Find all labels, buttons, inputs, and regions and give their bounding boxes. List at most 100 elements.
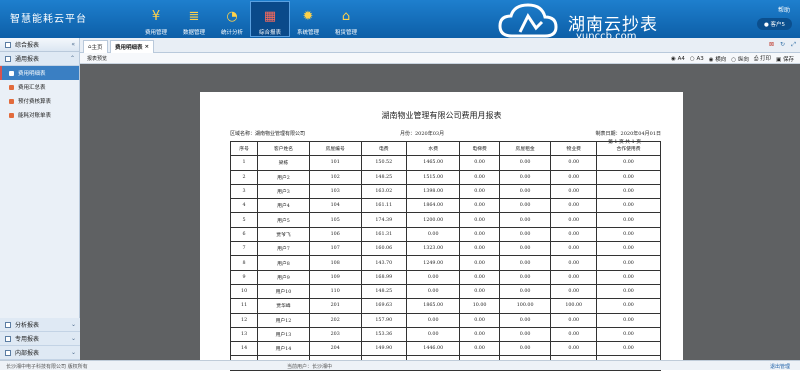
- table-row: 7 用户7 107 160.06 1323.00 0.00 0.00 0.00 0.00: [229, 241, 661, 257]
- sidebar-group-general[interactable]: 通用报表 ⌃: [0, 52, 79, 66]
- preview-label: 报表预览: [87, 56, 108, 62]
- table-cell: 0.00: [459, 269, 500, 285]
- table-cell: 用户5: [257, 212, 310, 228]
- home-icon: ⌂: [341, 9, 351, 24]
- table-cell: 174.39: [360, 212, 408, 228]
- table-row: 3 用户3 103 163.02 1398.00 0.00 0.00 0.00 0.00: [229, 183, 661, 200]
- tab-home[interactable]: ⌂ 主页: [83, 40, 108, 53]
- table-cell: 用户9: [257, 269, 310, 285]
- table-cell: 163.02: [360, 183, 408, 200]
- table-cell: 0.00: [550, 241, 597, 257]
- radio-a4[interactable]: ◉ A4: [671, 56, 685, 62]
- report-grid-icon: ▦: [263, 9, 277, 24]
- tab-fee-detail[interactable]: 费用明细表 ×: [110, 40, 155, 53]
- menu-system[interactable]: ✹ 系统管理: [289, 2, 327, 37]
- fullscreen-icon[interactable]: ⤢: [791, 41, 796, 49]
- table-cell: 0.00: [459, 198, 500, 214]
- table-cell: 203: [308, 326, 362, 343]
- table-cell: 1: [229, 155, 259, 171]
- save-button[interactable]: ▣ 保存: [776, 55, 794, 63]
- table-cell: 0.00: [550, 169, 597, 185]
- table-cell: 0.00: [596, 312, 661, 328]
- menu-statistics[interactable]: ◔ 统计分析: [213, 2, 251, 37]
- chevron-down-icon: ⌄: [70, 349, 76, 356]
- radio-a3[interactable]: ○ A3: [690, 56, 704, 62]
- radio-portrait[interactable]: ○ 纵向: [731, 55, 749, 63]
- table-cell: 0.00: [406, 326, 461, 343]
- table-cell: 13: [229, 326, 259, 343]
- menu-fee-management[interactable]: ¥ 费用管理: [137, 2, 175, 37]
- sidebar-item-reconciliation[interactable]: 能耗对账单表: [0, 108, 79, 122]
- table-cell: 0.00: [596, 198, 661, 214]
- table-cell: 153.36: [360, 326, 408, 343]
- table-cell: 3: [229, 183, 259, 200]
- table-cell: 160.06: [360, 241, 408, 257]
- column-header: 客户姓名: [257, 140, 310, 157]
- print-options: ◉ A4 ○ A3 ◉ 横向 ○ 纵向 ⎙ 打印 ▣ 保存: [671, 54, 794, 63]
- table-cell: 0.00: [498, 183, 552, 200]
- brand-logo: 湖南云抄表 yunccb.com: [498, 3, 708, 42]
- table-cell: 贾爷飞: [257, 226, 310, 243]
- column-header: 物业费: [550, 140, 597, 157]
- table-cell: 8: [229, 255, 259, 271]
- table-cell: 4: [229, 198, 259, 214]
- table-cell: 109: [308, 269, 362, 285]
- menu-data-management[interactable]: ≣ 数据管理: [175, 2, 213, 37]
- table-cell: 0.00: [550, 326, 597, 343]
- table-body: 1 梁栋 101 150.52 1465.00 0.00 0.00 0.00 0.00 2 用户2 1…: [229, 155, 661, 371]
- sidebar-group-internal[interactable]: 内部报表 ⌄: [0, 346, 80, 360]
- table-cell: 0.00: [459, 241, 500, 257]
- sidebar-group-special[interactable]: 专用报表 ⌄: [0, 332, 80, 346]
- table-cell: 0.00: [596, 241, 661, 257]
- table-cell: 0.00: [550, 341, 597, 357]
- table-cell: 0.00: [498, 283, 552, 300]
- table-cell: 107: [308, 241, 362, 257]
- sidebar-item-prepaid[interactable]: 预付费核算表: [0, 94, 79, 108]
- table-cell: 用户10: [257, 283, 310, 300]
- table-cell: 102: [308, 169, 362, 185]
- table-cell: 0.00: [596, 183, 661, 200]
- logout-link[interactable]: 退出管理: [770, 363, 790, 370]
- main-menu: ¥ 费用管理 ≣ 数据管理 ◔ 统计分析 ▦ 综合报表 ✹ 系统管理 ⌂ 租赁管理: [137, 1, 365, 37]
- table-row: 10 用户10 110 148.25 0.00 0.00 0.00 0.00 0.00: [229, 283, 661, 300]
- table-cell: 202: [308, 312, 362, 328]
- table-cell: 106: [308, 226, 362, 243]
- table-cell: 0.00: [550, 255, 597, 271]
- menu-reports[interactable]: ▦ 综合报表: [250, 1, 290, 37]
- pie-chart-icon: ◔: [226, 9, 238, 24]
- refresh-icon[interactable]: ↻: [780, 41, 785, 48]
- table-cell: 0.00: [596, 298, 661, 314]
- table-cell: 1864.00: [406, 198, 461, 214]
- table-cell: 0.00: [596, 226, 661, 243]
- sidebar-group-analysis[interactable]: 分析报表 ⌄: [0, 318, 80, 332]
- table-cell: 1446.00: [406, 341, 461, 357]
- report-viewer[interactable]: 湖南物业管理有限公司费用月报表 区域名称：湖南物业管理有限公司 月份：2020年…: [80, 64, 800, 371]
- sidebar-item-fee-summary[interactable]: 费用汇总表: [0, 80, 79, 94]
- report-toolbar: 报表预览 ◉ A4 ○ A3 ◉ 横向 ○ 纵向 ⎙ 打印 ▣ 保存: [80, 53, 800, 64]
- user-button[interactable]: ● 客户5: [756, 18, 792, 30]
- sidebar-header[interactable]: 综合报表 «: [0, 38, 79, 52]
- help-link[interactable]: 帮助: [778, 5, 790, 14]
- report-table: 序号 客户姓名 房屋编号 电费 水费 电梯费 房屋租金 物业费 合作使用费 1 梁栋 101 150.…: [229, 140, 661, 371]
- table-row: 11 贾华峰 201 169.63 1865.00 10.00 100.00 100.00 0.…: [229, 298, 661, 314]
- table-cell: 用户3: [257, 183, 310, 200]
- table-cell: 0.00: [498, 341, 552, 357]
- bullet-icon: [9, 84, 14, 90]
- radio-landscape[interactable]: ◉ 横向: [709, 55, 727, 63]
- report-page: 湖南物业管理有限公司费用月报表 区域名称：湖南物业管理有限公司 月份：2020年…: [200, 92, 683, 371]
- table-cell: 0.00: [459, 326, 500, 343]
- menu-lease[interactable]: ⌂ 租赁管理: [327, 2, 365, 37]
- close-icon[interactable]: ×: [144, 44, 149, 50]
- table-cell: 0.00: [596, 155, 661, 171]
- column-header: 水费: [406, 140, 461, 157]
- table-cell: 0.00: [459, 255, 500, 271]
- table-cell: 101: [308, 155, 362, 171]
- print-button[interactable]: ⎙ 打印: [754, 54, 771, 63]
- table-cell: 0.00: [459, 226, 500, 243]
- close-all-icon[interactable]: ⊠: [769, 41, 774, 48]
- sidebar-item-fee-detail[interactable]: 费用明细表: [0, 66, 79, 80]
- table-header-row: 序号 客户姓名 房屋编号 电费 水费 电梯费 房屋租金 物业费 合作使用费: [229, 140, 661, 157]
- column-header: 房屋编号: [308, 140, 362, 157]
- column-header: 合作使用费: [596, 140, 661, 157]
- collapse-icon[interactable]: «: [71, 41, 75, 48]
